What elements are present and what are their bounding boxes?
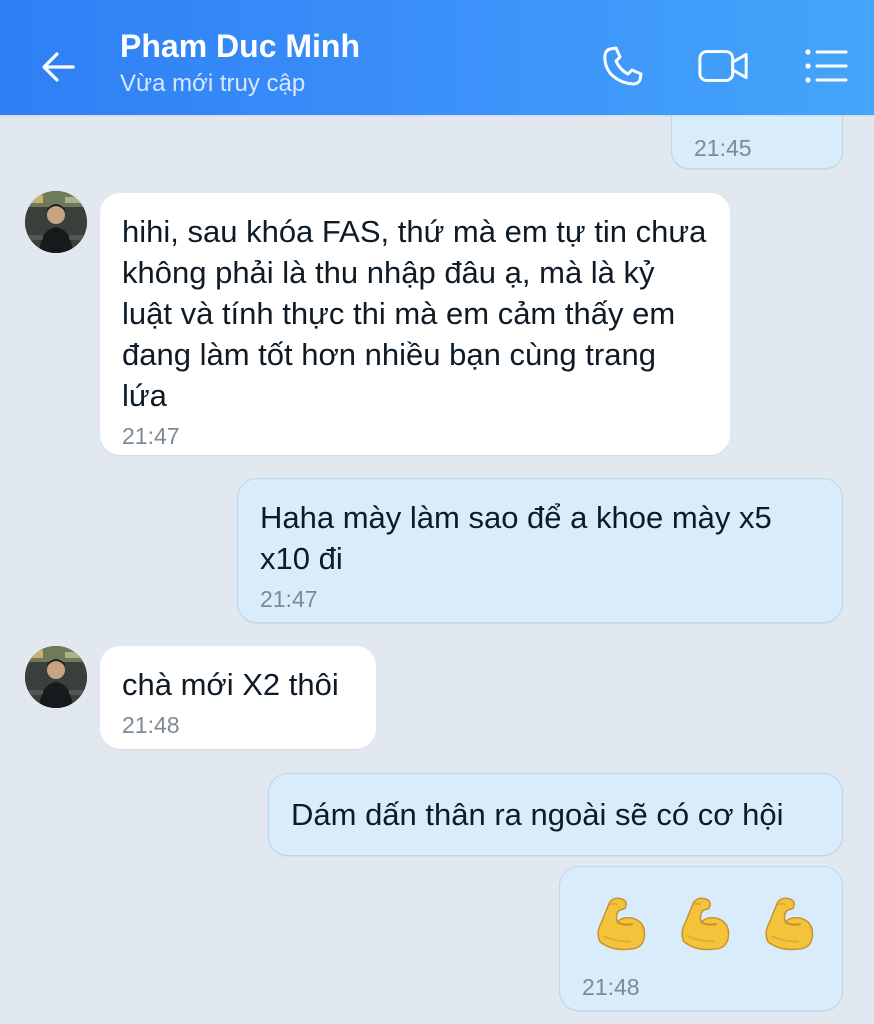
message-bubble-incoming[interactable]: hihi, sau khóa FAS, thứ mà em tự tin chư… [100, 193, 730, 455]
contact-status: Vừa mới truy cập [120, 70, 306, 97]
voice-call-button[interactable] [596, 39, 650, 93]
contact-name[interactable]: Pham Duc Minh [120, 28, 360, 65]
flexed-biceps-emoji [597, 897, 646, 951]
message-bubble-incoming[interactable]: chà mới X2 thôi 21:48 [100, 646, 376, 749]
avatar-photo [25, 191, 87, 253]
back-arrow-icon [42, 52, 75, 82]
message-time: 21:47 [122, 423, 180, 449]
message-text: hihi, sau khóa FAS, thứ mà em tự tin chư… [122, 214, 715, 413]
message-bubble-outgoing-emoji[interactable]: 21:48 [559, 866, 843, 1011]
message-bubble-outgoing[interactable]: Dám dấn thân ra ngoài sẽ có cơ hội [268, 773, 843, 856]
phone-call-icon [603, 46, 643, 86]
message-text: chà mới X2 thôi [122, 667, 339, 702]
menu-button[interactable] [799, 39, 853, 93]
flexed-biceps-emoji [681, 897, 730, 951]
contact-avatar[interactable] [25, 646, 87, 708]
message-time: 21:47 [260, 586, 318, 612]
chat-header: Pham Duc Minh Vừa mới truy cập [0, 0, 874, 115]
message-text: Haha mày làm sao để a khoe mày x5 x10 đi [260, 500, 781, 576]
message-time: 21:45 [694, 135, 752, 161]
emoji-row [582, 885, 820, 959]
message-time: 21:48 [122, 712, 180, 738]
chat-area: 21:45 hihi, sau khóa FAS, thứ mà em tự t… [0, 0, 874, 1024]
message-bubble-outgoing[interactable]: Haha mày làm sao để a khoe mày x5 x10 đi… [237, 478, 843, 623]
message-text: Dám dấn thân ra ngoài sẽ có cơ hội [291, 797, 784, 832]
avatar-photo [25, 646, 87, 708]
video-call-button[interactable] [697, 39, 751, 93]
message-time: 21:48 [582, 974, 640, 1000]
video-call-icon [698, 50, 748, 82]
back-button[interactable] [28, 37, 88, 97]
contact-avatar[interactable] [25, 191, 87, 253]
flexed-biceps-emoji [765, 897, 814, 951]
menu-list-icon [805, 49, 848, 83]
